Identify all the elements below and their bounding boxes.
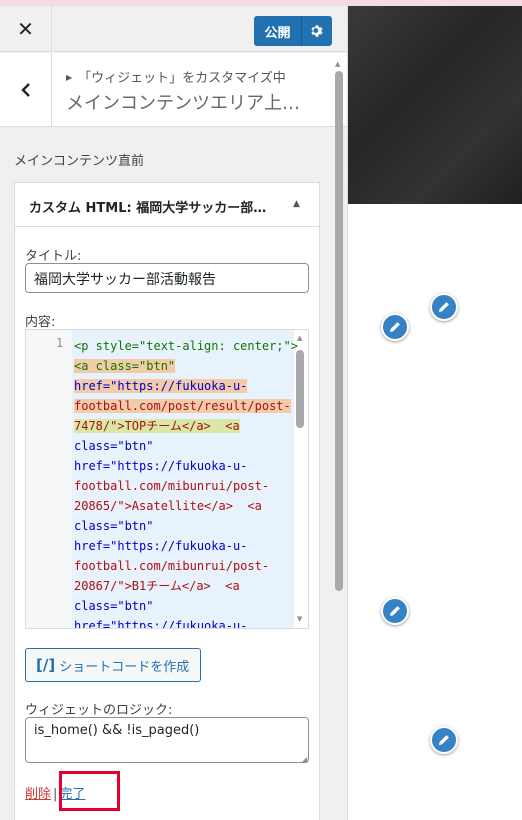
- customizer-panel: ✕ 公開 ▶ 「ウィジェット」をカスタマイズ中 メインコンテンツエリア上… ▲ メ…: [0, 6, 348, 820]
- close-icon: ✕: [17, 17, 34, 41]
- code-line: href="https://fukuoka-u-: [74, 376, 294, 396]
- code-token: href="https://fukuoka-u-: [74, 539, 248, 553]
- code-line: 20865/">Asatellite</a> <a: [74, 496, 294, 516]
- widget-logic-input[interactable]: is_home() && !is_paged(): [25, 717, 309, 763]
- widget-area-title: メインコンテンツ直前: [14, 154, 145, 169]
- preview-image: [348, 6, 522, 204]
- code-token: class="btn": [74, 439, 154, 453]
- code-scroll-up-icon[interactable]: ▲: [297, 334, 302, 342]
- code-token: 20865/">Asatellite</a> <a: [74, 499, 262, 513]
- edit-shortcut-button[interactable]: [381, 313, 409, 341]
- code-line: <a class="btn": [74, 356, 294, 376]
- delete-link[interactable]: 削除: [25, 787, 51, 802]
- code-line: class="btn": [74, 436, 294, 456]
- code-token: class="btn": [74, 599, 154, 613]
- edit-shortcut-button[interactable]: [430, 293, 458, 321]
- annotation-highlight-box: [59, 771, 120, 811]
- publish-group: 公開: [254, 16, 332, 46]
- edit-shortcut-button[interactable]: [430, 726, 458, 754]
- code-token: href="https://fukuoka-u-: [74, 459, 248, 473]
- code-token: football.com/mibunrui/post-: [74, 559, 270, 573]
- caret-right-icon: ▶: [66, 73, 73, 82]
- code-line: 7478/">TOPチーム</a> <a: [74, 416, 294, 436]
- widget-logic-label: ウィジェットのロジック:: [25, 703, 173, 718]
- code-line: class="btn": [74, 516, 294, 536]
- code-line: football.com/post/result/post-: [74, 396, 294, 416]
- create-shortcode-button[interactable]: [/] ショートコードを作成: [25, 648, 201, 682]
- line-number: 1: [56, 336, 64, 350]
- publish-settings-button[interactable]: [302, 16, 332, 46]
- code-line: href="https://fukuoka-u-: [74, 456, 294, 476]
- shortcode-icon: [/]: [36, 656, 56, 674]
- publish-button[interactable]: 公開: [254, 16, 302, 46]
- back-button[interactable]: [0, 53, 52, 127]
- section-header: ▶ 「ウィジェット」をカスタマイズ中 メインコンテンツエリア上…: [0, 53, 347, 127]
- close-button[interactable]: ✕: [0, 6, 52, 52]
- code-line: href="https://fukuoka-u-: [74, 536, 294, 556]
- code-scroll-down-icon[interactable]: ▼: [297, 615, 302, 623]
- customizer-header: ✕ 公開: [0, 6, 347, 52]
- code-token: 7478/">TOPチーム</a> <a: [74, 419, 240, 433]
- code-token: football.com/post/result/post-: [74, 399, 291, 413]
- shortcode-button-label: ショートコードを作成: [59, 659, 190, 675]
- code-editor[interactable]: 1 <p style="text-align: center;"> <a cla…: [25, 329, 309, 629]
- chevron-left-icon: [20, 83, 30, 97]
- code-token: <p style="text-align: center;">: [74, 339, 298, 353]
- edit-shortcut-button[interactable]: [381, 597, 409, 625]
- resize-grip-icon[interactable]: ◢: [301, 755, 307, 764]
- breadcrumb-text: 「ウィジェット」をカスタマイズ中: [78, 71, 286, 86]
- code-lines: <p style="text-align: center;"> <a class…: [74, 336, 298, 629]
- gear-icon: [311, 25, 323, 37]
- code-token: href="https://fukuoka-u-: [74, 379, 248, 393]
- panel-scrollbar[interactable]: [335, 71, 343, 591]
- code-line: 20867/">B1チーム</a> <a: [74, 576, 294, 596]
- code-token: class="btn": [74, 519, 154, 533]
- title-input[interactable]: 福岡大学サッカー部活動報告: [25, 263, 309, 293]
- pencil-icon: [439, 735, 449, 745]
- pencil-icon: [390, 322, 400, 332]
- title-label: タイトル:: [25, 249, 82, 264]
- code-token: <a class="btn": [74, 359, 176, 373]
- custom-html-widget: カスタム HTML: 福岡大学サッカー部… ▲ タイトル: 福岡大学サッカー部活…: [14, 182, 320, 820]
- pencil-icon: [390, 606, 400, 616]
- section-title: メインコンテンツエリア上…: [66, 93, 300, 114]
- widget-title: カスタム HTML: 福岡大学サッカー部…: [29, 201, 267, 216]
- action-separator: |: [53, 787, 58, 802]
- code-line: <p style="text-align: center;">: [74, 336, 298, 356]
- widget-top[interactable]: カスタム HTML: 福岡大学サッカー部… ▲: [15, 183, 319, 227]
- breadcrumb: ▶ 「ウィジェット」をカスタマイズ中: [66, 67, 286, 86]
- code-line: class="btn": [74, 596, 294, 616]
- code-token: football.com/mibunrui/post-: [74, 479, 270, 493]
- code-token: 20867/">B1チーム</a> <a: [74, 579, 240, 593]
- pencil-icon: [439, 302, 449, 312]
- content-label: 内容:: [25, 315, 56, 330]
- collapse-arrow-icon[interactable]: ▲: [293, 199, 300, 209]
- code-line: football.com/mibunrui/post-: [74, 556, 294, 576]
- code-line: href="https://fukuoka-u-: [74, 616, 294, 629]
- code-line: football.com/mibunrui/post-: [74, 476, 294, 496]
- code-scrollbar[interactable]: [296, 350, 304, 428]
- code-token: href="https://fukuoka-u-: [74, 619, 248, 629]
- panel-scroll-up-icon[interactable]: ▲: [335, 60, 340, 68]
- code-gutter: [26, 330, 72, 628]
